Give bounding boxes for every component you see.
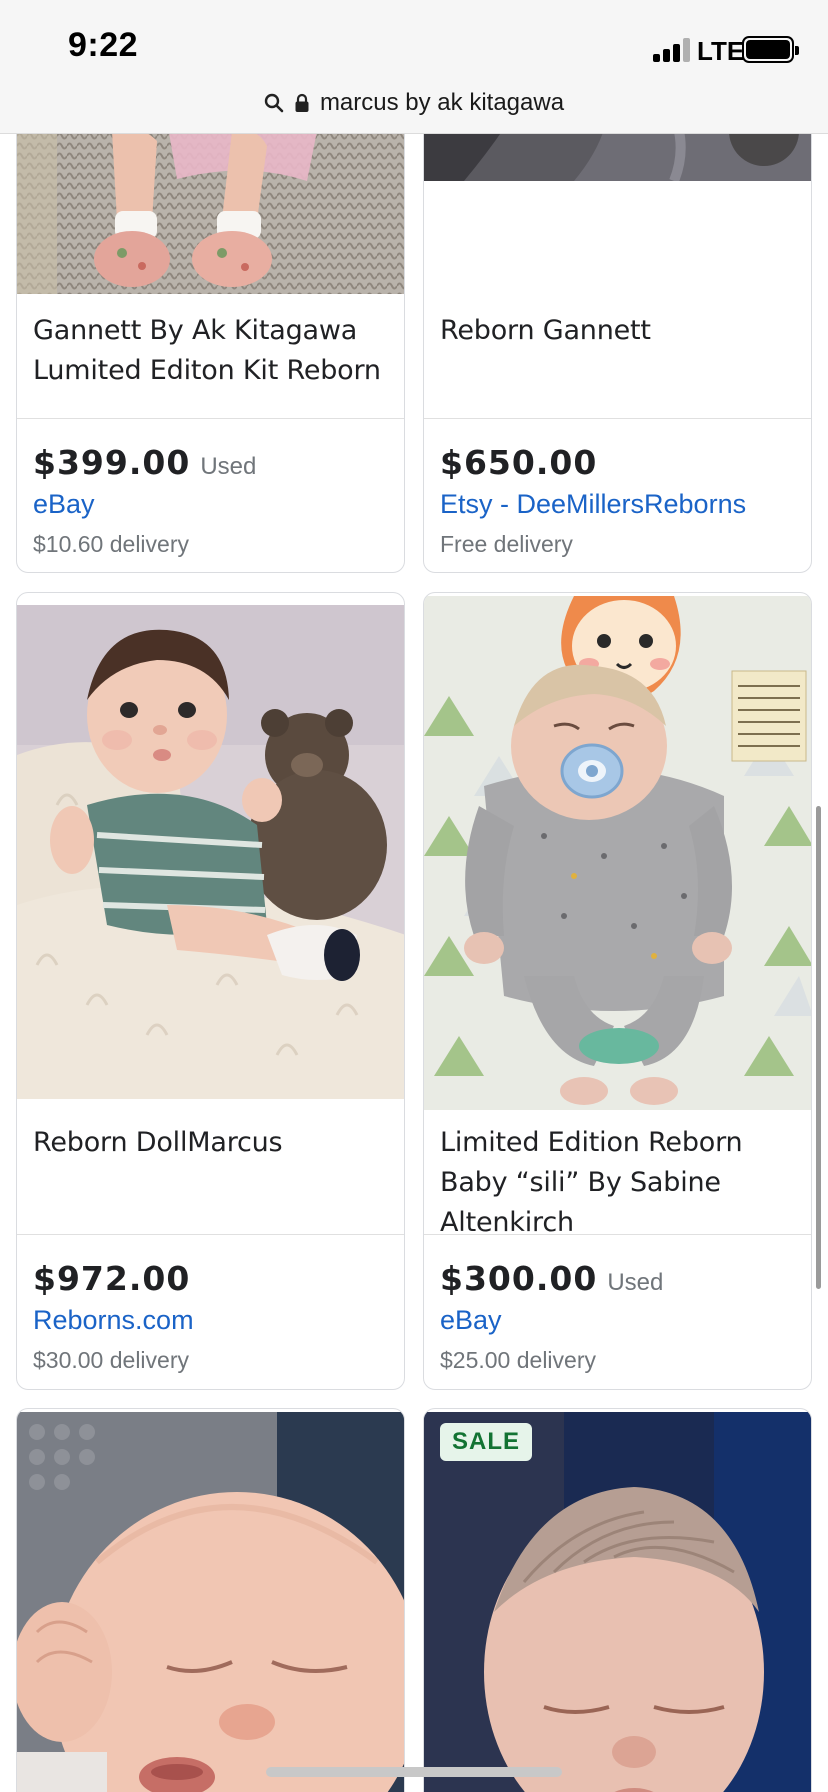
product-image[interactable]	[424, 596, 811, 1110]
seller-link[interactable]: eBay	[440, 1305, 502, 1336]
lock-icon	[295, 93, 309, 112]
product-card[interactable]: SALE	[423, 1408, 812, 1792]
delivery-info: Free delivery	[440, 531, 573, 557]
delivery-info: $25.00 delivery	[440, 1347, 596, 1373]
card-divider	[17, 1234, 404, 1235]
home-indicator[interactable]	[266, 1767, 562, 1777]
product-card[interactable]: Reborn Gannett $650.00 Etsy - DeeMillers…	[423, 60, 812, 573]
product-title[interactable]: Reborn Gannett	[440, 311, 797, 351]
search-icon	[264, 93, 284, 113]
product-condition: Used	[200, 453, 257, 480]
address-bar[interactable]: marcus by ak kitagawa	[0, 86, 828, 120]
product-price: $399.00	[33, 443, 191, 482]
product-card[interactable]: Reborn DollMarcus $972.00 Reborns.com $3…	[16, 592, 405, 1390]
product-price: $650.00	[440, 443, 598, 482]
delivery-info: $30.00 delivery	[33, 1347, 189, 1373]
product-price: $972.00	[33, 1259, 191, 1298]
product-card[interactable]: Limited Edition Reborn Baby “sili” By Sa…	[423, 592, 812, 1390]
status-time: 9:22	[68, 26, 139, 64]
product-image[interactable]	[424, 1412, 811, 1792]
seller-link[interactable]: Reborns.com	[33, 1305, 194, 1336]
product-title[interactable]: Reborn DollMarcus	[33, 1123, 390, 1163]
url-text: marcus by ak kitagawa	[319, 89, 565, 116]
sale-badge: SALE	[440, 1423, 533, 1461]
product-card[interactable]	[16, 1408, 405, 1792]
seller-link[interactable]: eBay	[33, 489, 95, 520]
product-title[interactable]: Limited Edition Reborn Baby “sili” By Sa…	[440, 1123, 797, 1243]
product-card[interactable]: Gannett By Ak Kitagawa Lumited Editon Ki…	[16, 60, 405, 573]
scrollbar[interactable]	[816, 806, 821, 1289]
card-divider	[424, 418, 811, 419]
delivery-info: $10.60 delivery	[33, 531, 189, 557]
product-image[interactable]	[17, 605, 404, 1099]
product-price: $300.00	[440, 1259, 598, 1298]
card-divider	[17, 418, 404, 419]
network-type: LTE	[697, 36, 745, 66]
battery-icon	[742, 36, 799, 63]
cellular-signal-icon	[653, 38, 691, 62]
product-condition: Used	[607, 1269, 664, 1296]
browser-top-bar: 9:22 LTE marcus by ak kitagawa	[0, 0, 828, 134]
seller-link[interactable]: Etsy - DeeMillersReborns	[440, 489, 746, 520]
card-divider	[424, 1234, 811, 1235]
product-title[interactable]: Gannett By Ak Kitagawa Lumited Editon Ki…	[33, 311, 390, 391]
product-image[interactable]	[17, 1412, 404, 1792]
